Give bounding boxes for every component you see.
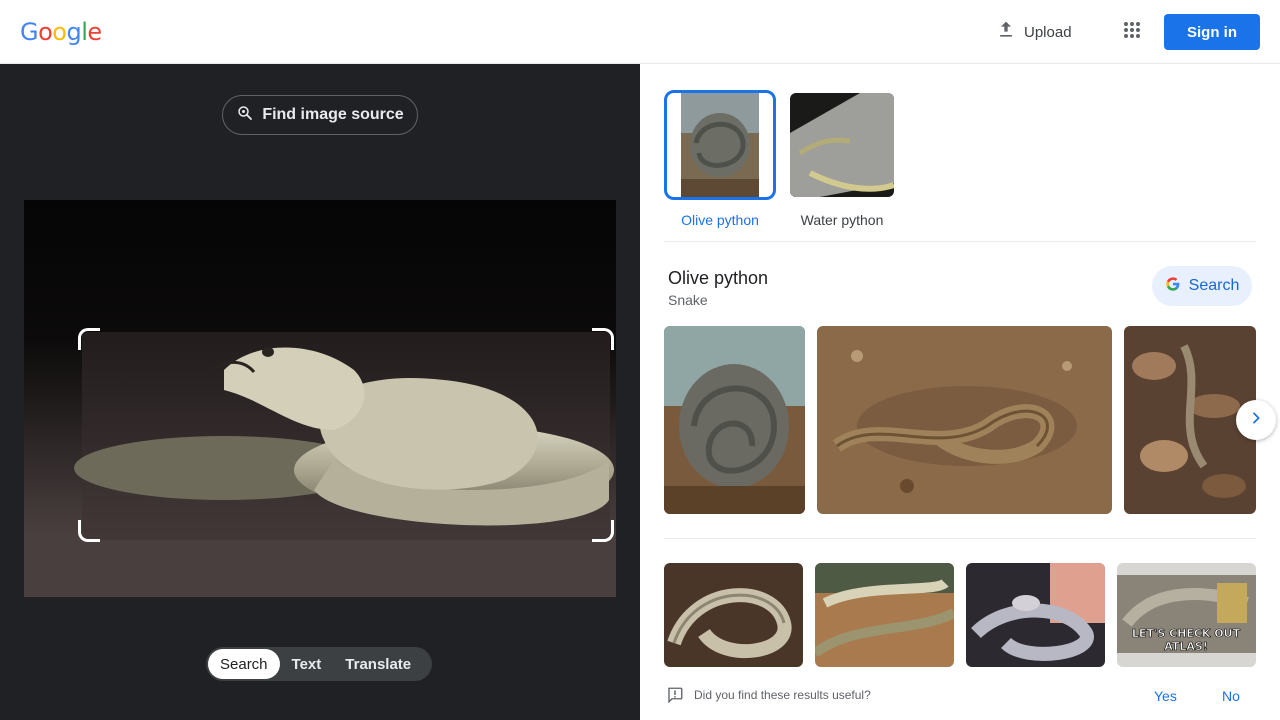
entity-subtitle: Snake (668, 292, 708, 308)
result-image[interactable] (817, 326, 1112, 514)
feedback-question: Did you find these results useful? (694, 688, 871, 702)
choice-water-python-label: Water python (800, 212, 884, 228)
upload-label: Upload (1024, 23, 1072, 41)
logo-letter: o (38, 18, 53, 46)
result-image[interactable] (815, 563, 954, 667)
google-g-icon (1165, 276, 1181, 297)
choice-olive-python-label: Olive python (681, 212, 759, 228)
divider (664, 241, 1256, 242)
upload-button[interactable]: Upload (986, 16, 1082, 48)
feedback-bar: Did you find these results useful? Yes N… (640, 670, 1280, 720)
choice-olive-python[interactable]: Olive python (664, 90, 776, 228)
google-search-button[interactable]: Search (1152, 266, 1252, 306)
apps-button[interactable] (1116, 16, 1148, 48)
crop-selection-frame[interactable] (78, 328, 614, 542)
upload-icon (996, 20, 1016, 44)
crop-handle-bottom-left[interactable] (78, 520, 100, 542)
image-preview-panel: Find image source Search Text Translate (0, 64, 640, 720)
feedback-yes-button[interactable]: Yes (1154, 688, 1177, 704)
mode-translate-tab[interactable]: Translate (333, 649, 423, 679)
choice-water-python[interactable]: Water python (786, 90, 898, 228)
mode-search-tab[interactable]: Search (208, 649, 280, 679)
sign-in-button[interactable]: Sign in (1164, 14, 1260, 50)
result-overlay-caption-line2: ATLAS! (1164, 640, 1208, 653)
crop-handle-bottom-right[interactable] (592, 520, 614, 542)
lens-mode-switch: Search Text Translate (206, 647, 432, 681)
logo-letter: g (66, 18, 82, 46)
google-search-label: Search (1188, 277, 1240, 294)
find-image-source-label: Find image source (262, 106, 404, 123)
choice-water-python-thumb (786, 90, 898, 200)
mode-text-tab[interactable]: Text (280, 649, 334, 679)
logo-letter: G (20, 18, 39, 46)
logo-letter: o (52, 18, 67, 46)
result-image[interactable] (664, 326, 805, 514)
results-panel: Olive python Water python Olive python S… (640, 64, 1280, 720)
result-image[interactable] (664, 563, 803, 667)
feedback-icon (666, 686, 684, 709)
top-bar: Google Upload Sign in (0, 0, 1280, 64)
carousel-next-button[interactable] (1236, 400, 1276, 440)
feedback-no-button[interactable]: No (1222, 688, 1240, 704)
result-overlay-caption-line1: LET'S CHECK OUT (1132, 627, 1241, 640)
logo-letter: e (87, 18, 102, 46)
apps-grid-icon (1123, 21, 1141, 44)
crop-handle-top-right[interactable] (592, 328, 614, 350)
find-image-source-button[interactable]: Find image source (222, 95, 418, 135)
result-image[interactable] (966, 563, 1105, 667)
chevron-right-icon (1248, 410, 1264, 431)
divider (664, 538, 1256, 539)
entity-title: Olive python (668, 268, 769, 288)
google-logo[interactable]: Google (20, 18, 102, 46)
choice-olive-python-thumb (664, 90, 776, 200)
result-image[interactable]: LET'S CHECK OUT ATLAS! (1117, 563, 1256, 667)
crop-handle-top-left[interactable] (78, 328, 100, 350)
lens-search-icon (236, 104, 254, 127)
